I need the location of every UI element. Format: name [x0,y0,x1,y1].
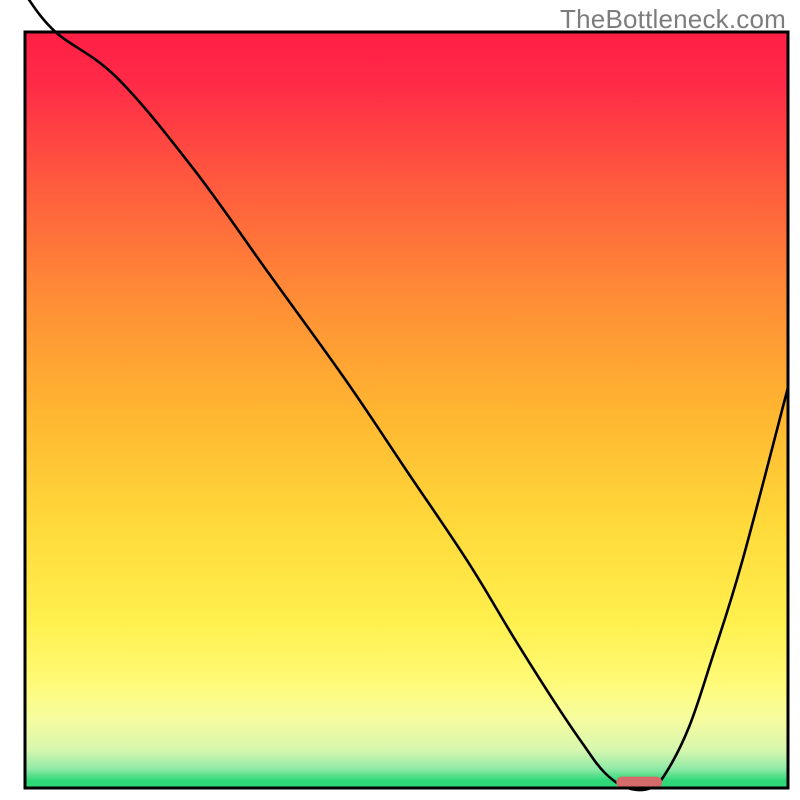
chart-container: TheBottleneck.com [0,0,800,800]
optimal-marker [616,777,662,788]
bottleneck-chart [0,0,800,800]
plot-background [25,32,788,788]
